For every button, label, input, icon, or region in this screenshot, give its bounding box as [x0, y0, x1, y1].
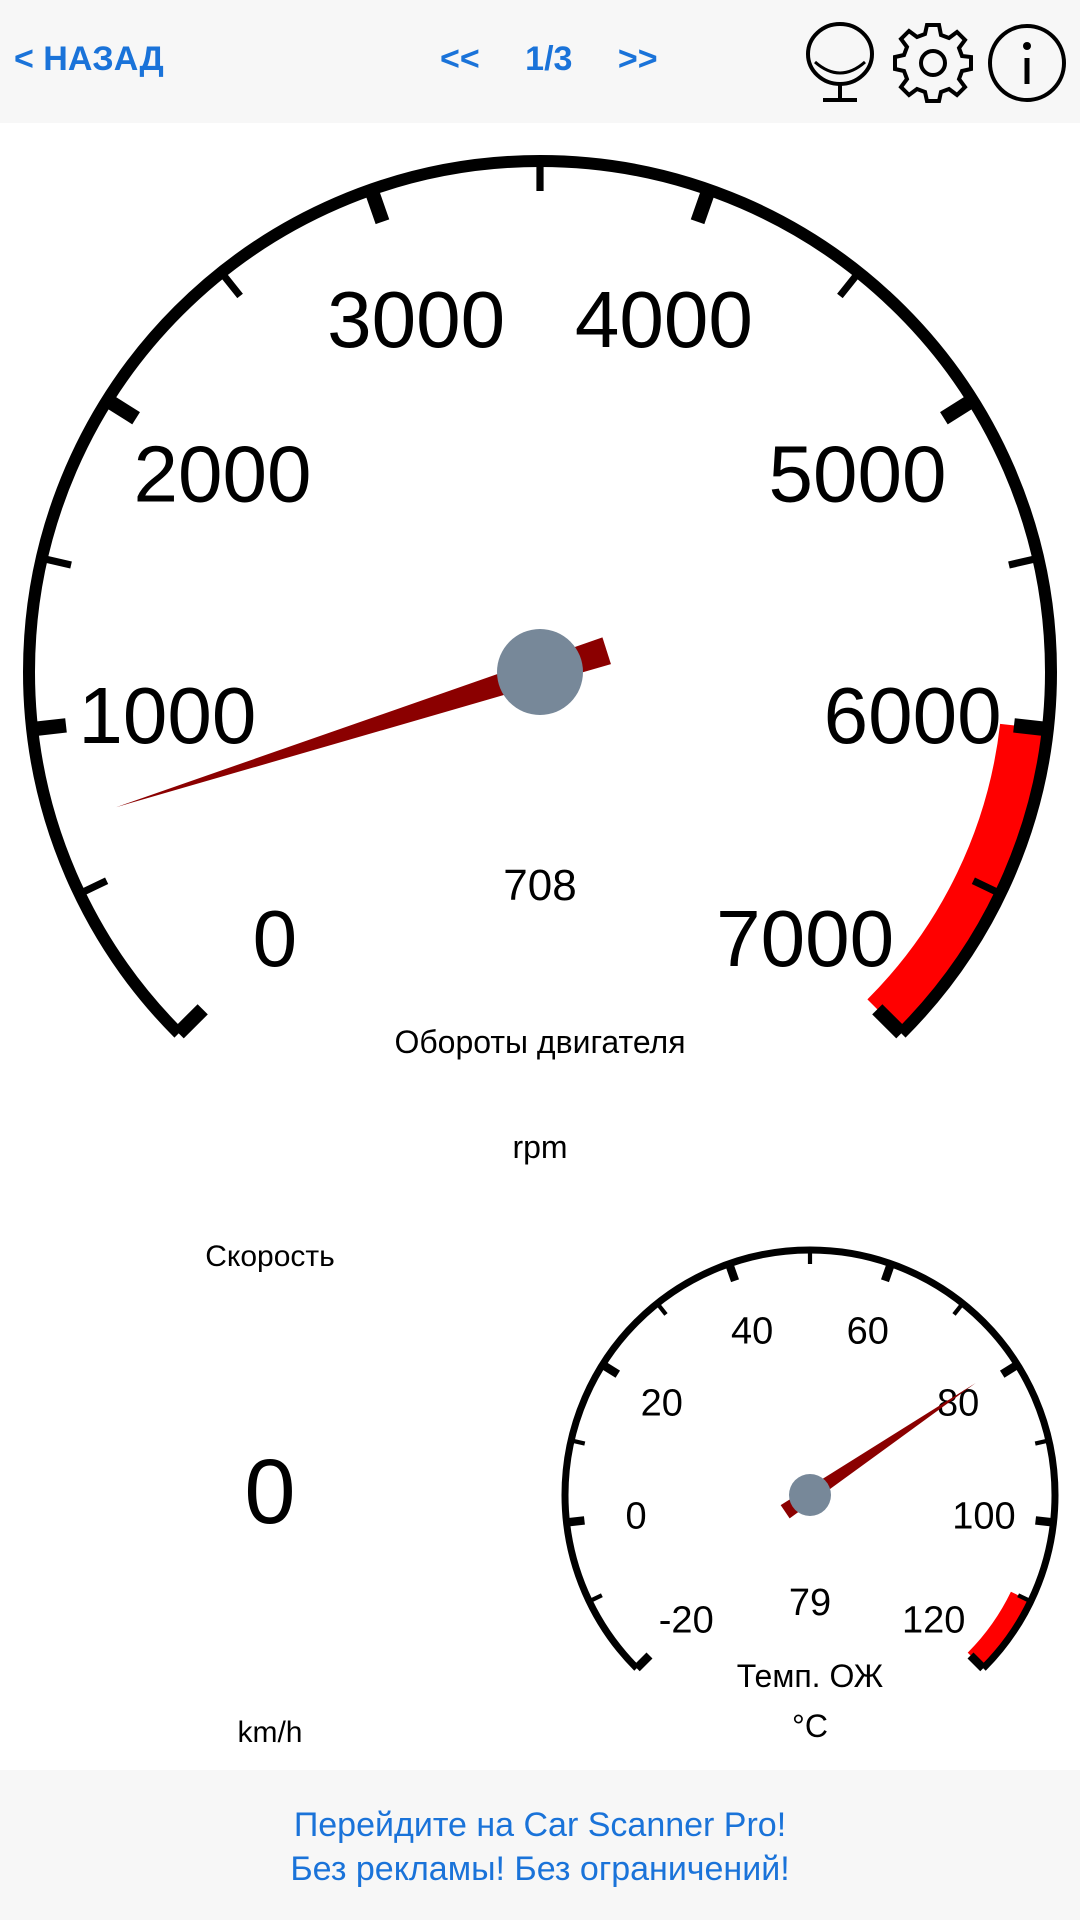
coolant-temp-value: 79 — [789, 1582, 831, 1624]
rpm-tick-label: 5000 — [769, 429, 947, 518]
mirror-icon[interactable] — [797, 20, 883, 106]
temp-major-tick — [566, 1516, 585, 1527]
temp-minor-tick — [655, 1302, 668, 1316]
promo-banner[interactable]: Перейдите на Car Scanner Pro! Без реклам… — [0, 1770, 1080, 1920]
back-button[interactable]: < НАЗАД — [14, 40, 164, 79]
temp-minor-tick — [952, 1302, 965, 1316]
rpm-minor-tick — [218, 270, 243, 299]
temp-tick-label: 60 — [847, 1311, 889, 1353]
rpm-unit: rpm — [512, 1129, 567, 1165]
rpm-value: 708 — [503, 861, 576, 910]
pager: << 1/3 >> — [440, 40, 658, 79]
coolant-temp-title: Темп. ОЖ — [737, 1658, 884, 1694]
rpm-gauge: 0100020003000 4000500060007000 708 Оборот… — [23, 154, 1057, 1165]
promo-line-1[interactable]: Перейдите на Car Scanner Pro! — [0, 1806, 1080, 1845]
rpm-tick-label: 1000 — [78, 671, 256, 760]
page-indicator: 1/3 — [525, 40, 573, 78]
rpm-minor-tick — [837, 270, 862, 299]
temp-tick-label: 0 — [626, 1495, 647, 1537]
rpm-tick-label: 3000 — [327, 275, 505, 364]
speed-value: 0 — [244, 1441, 296, 1543]
rpm-needle-hub — [497, 629, 583, 715]
speed-unit: km/h — [237, 1716, 303, 1749]
rpm-major-tick — [940, 394, 977, 425]
temp-major-tick — [633, 1652, 653, 1672]
gear-icon[interactable] — [890, 20, 976, 106]
temp-tick-label: 120 — [902, 1599, 965, 1641]
temp-major-tick — [725, 1262, 739, 1283]
promo-line-2[interactable]: Без рекламы! Без ограничений! — [0, 1850, 1080, 1889]
temp-minor-tick — [588, 1593, 603, 1604]
top-bar: < НАЗАД << 1/3 >> — [0, 0, 1080, 123]
rpm-major-tick — [690, 187, 716, 225]
rpm-major-tick — [364, 187, 390, 225]
info-icon[interactable] — [984, 20, 1070, 106]
temp-tick-label: -20 — [659, 1599, 714, 1641]
rpm-major-tick — [173, 1004, 208, 1039]
rpm-minor-tick — [78, 877, 109, 897]
temp-major-tick — [881, 1262, 895, 1283]
temp-tick-label: 40 — [731, 1311, 773, 1353]
speed-title: Скорость — [205, 1240, 335, 1273]
prev-page-button[interactable]: << — [440, 40, 480, 79]
temp-tick-label: 100 — [952, 1495, 1015, 1537]
rpm-major-tick — [1013, 718, 1049, 737]
rpm-tick-label: 7000 — [716, 894, 894, 983]
coolant-temp-gauge: -2002040 6080100120 79 Темп. ОЖ °C — [561, 1246, 1059, 1744]
coolant-temp-unit: °C — [792, 1708, 828, 1744]
next-page-button[interactable]: >> — [618, 40, 658, 79]
temp-major-tick — [999, 1361, 1020, 1378]
rpm-major-tick — [31, 718, 67, 737]
rpm-title: Обороты двигателя — [394, 1024, 685, 1060]
rpm-tick-label: 4000 — [575, 275, 753, 364]
rpm-tick-label: 0 — [253, 894, 298, 983]
temp-major-tick — [600, 1361, 621, 1378]
rpm-tick-label: 6000 — [824, 671, 1002, 760]
temp-major-tick — [1035, 1516, 1054, 1527]
coolant-temp-needle-hub — [789, 1474, 831, 1516]
temp-tick-label: 20 — [641, 1383, 683, 1425]
rpm-major-tick — [103, 394, 140, 425]
rpm-tick-label: 2000 — [133, 429, 311, 518]
